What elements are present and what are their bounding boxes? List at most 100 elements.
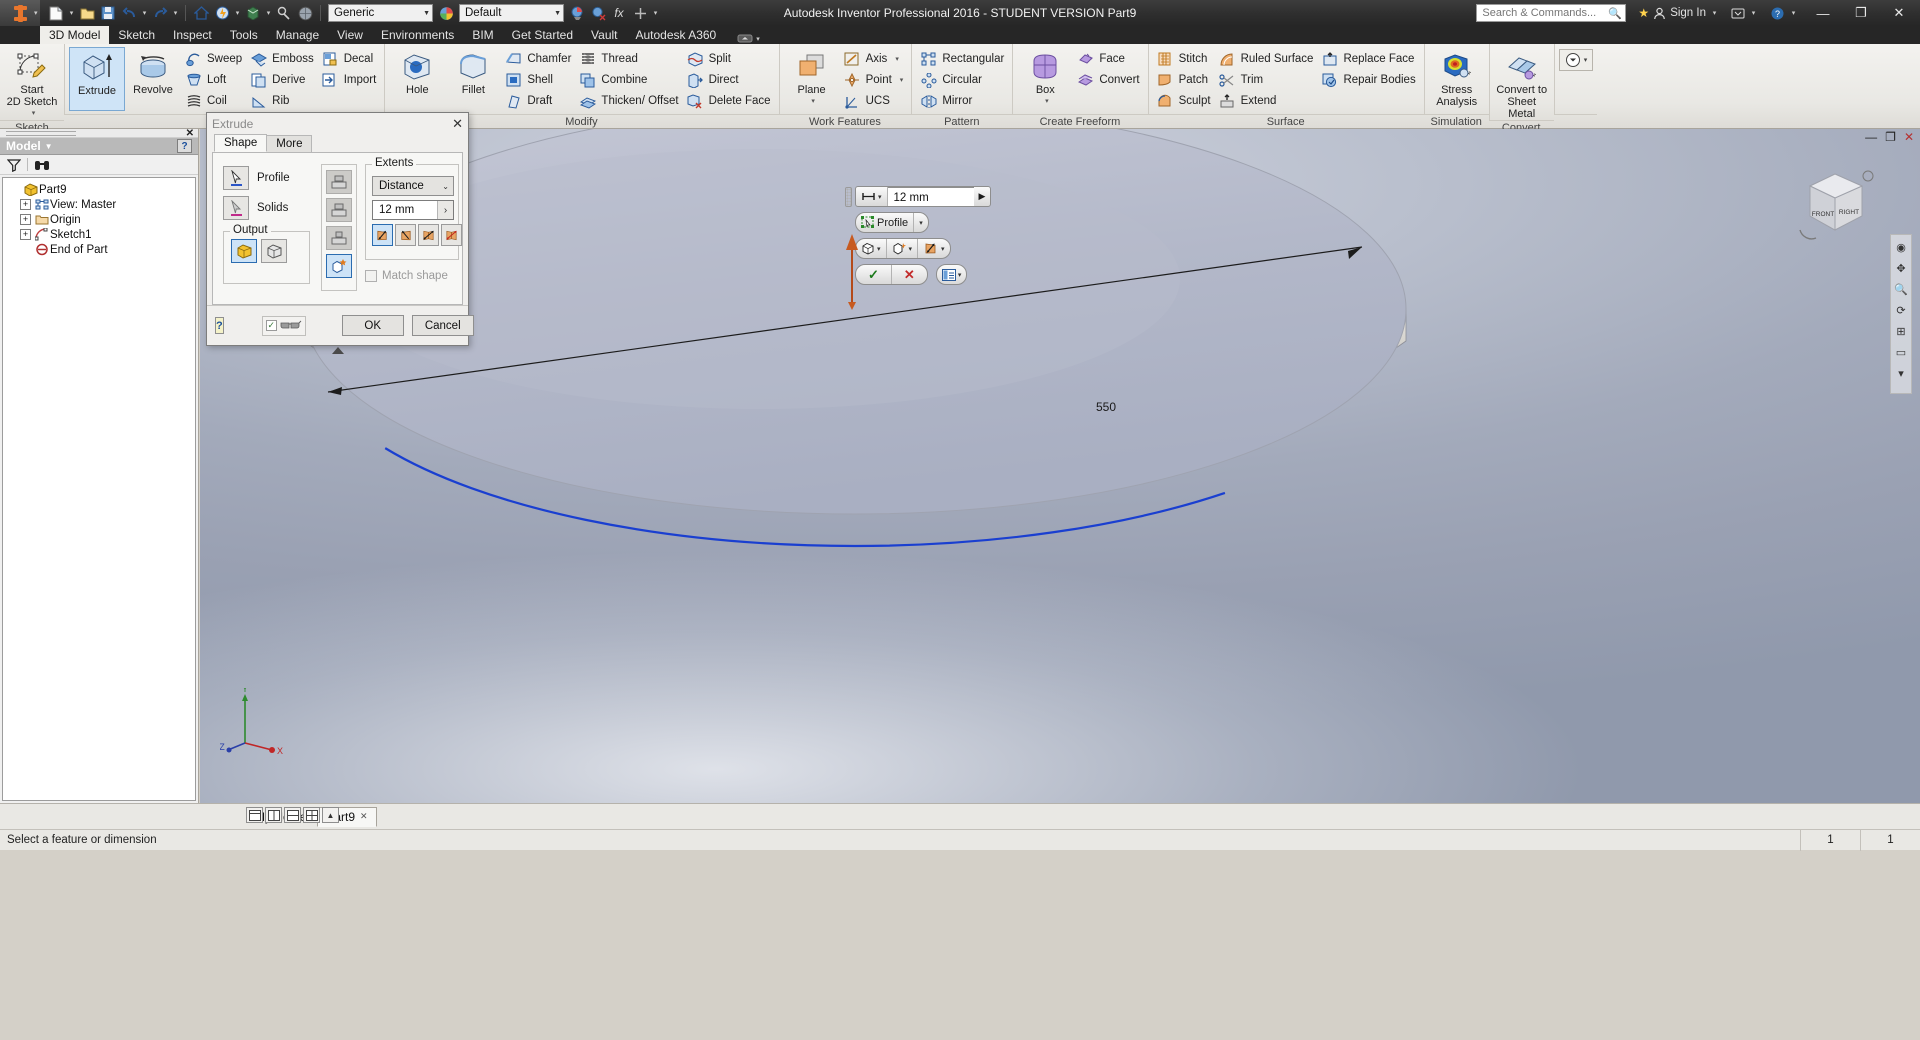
add-quick-access-icon[interactable] — [630, 3, 650, 23]
extents-type-dropdown[interactable]: Distance ⌄ — [372, 176, 454, 196]
ucs-button[interactable]: UCS — [840, 91, 908, 111]
ribbon-tab-environments[interactable]: Environments — [372, 26, 463, 44]
draft-button[interactable]: Draft — [501, 91, 575, 111]
solids-selector-row[interactable]: Solids — [223, 196, 288, 220]
glasses-checkbox[interactable]: ✓ — [265, 320, 277, 331]
nav-more-icon[interactable]: ▾ — [1893, 365, 1909, 381]
model-tree[interactable]: Part9 + View: Master + Origin + Sketch1 End of … — [2, 177, 196, 801]
ribbon-tab-view[interactable]: View — [328, 26, 372, 44]
doc-restore-icon[interactable]: ❐ — [1885, 131, 1896, 143]
distance-type-button[interactable]: ▾ — [856, 187, 888, 206]
material-combo[interactable]: Generic ▼ — [328, 4, 433, 22]
delete-face-button[interactable]: Delete Face — [683, 91, 775, 111]
solids-select-button[interactable] — [223, 196, 249, 220]
match-shape-checkbox[interactable] — [365, 270, 377, 282]
direction-symmetric-button[interactable] — [418, 224, 439, 246]
replace-face-button[interactable]: Replace Face — [1317, 49, 1419, 69]
extrude-button[interactable]: Extrude — [69, 47, 125, 111]
extrude-direction-arrow[interactable] — [845, 234, 859, 310]
rib-button[interactable]: Rib — [246, 91, 318, 111]
hole-button[interactable]: Hole — [389, 47, 445, 111]
convert-button[interactable]: Convert — [1073, 70, 1143, 90]
ribbon-tab-3d-model[interactable]: 3D Model — [40, 26, 110, 44]
exchange-apps-button[interactable]: ▾ — [1725, 0, 1764, 26]
help-button[interactable]: ? ▾ — [1764, 0, 1804, 26]
profile-selector-row[interactable]: Profile — [223, 166, 290, 190]
ribbon-display-options[interactable]: ▾ — [737, 33, 760, 44]
mirror-button[interactable]: Mirror — [916, 91, 1008, 111]
shell-button[interactable]: Shell — [501, 70, 575, 90]
search-icon[interactable]: 🔍 — [1608, 7, 1622, 20]
dialog-help-button[interactable]: ? — [215, 317, 224, 334]
stitch-button[interactable]: Stitch — [1153, 49, 1215, 69]
rectangular-button[interactable]: Rectangular — [916, 49, 1008, 69]
zoom-icon[interactable]: 🔍 — [1893, 281, 1909, 297]
split-button[interactable]: Split — [683, 49, 775, 69]
ribbon-tab-vault[interactable]: Vault — [582, 26, 626, 44]
appearance-combo[interactable]: Default ▼ — [459, 4, 564, 22]
tree-node-sketch1[interactable]: + Sketch1 — [5, 227, 193, 242]
view-layout-icon-2[interactable] — [265, 807, 282, 823]
mini-ok-button[interactable]: ✓ — [856, 265, 892, 284]
boolean-mini-button[interactable]: ▾ — [887, 239, 919, 258]
cancel-button[interactable]: Cancel — [411, 315, 474, 336]
full-navigation-wheel-icon[interactable]: ◉ — [1893, 239, 1909, 255]
distance-field-expand-icon[interactable]: › — [437, 201, 453, 219]
start-2d-sketch-dropdown-caret-icon[interactable]: ▾ — [32, 108, 36, 120]
find-binoculars-icon[interactable] — [34, 158, 50, 172]
home-icon[interactable] — [191, 3, 211, 23]
view-layout-icon-3[interactable] — [284, 807, 301, 823]
face-button[interactable]: Face — [1073, 49, 1143, 69]
search-input[interactable] — [1480, 6, 1609, 20]
stress-analysis-button[interactable]: Stress Analysis — [1429, 47, 1485, 111]
mini-toolbar-grip[interactable] — [845, 186, 852, 207]
import-button[interactable]: Import — [318, 70, 381, 90]
dimension-label[interactable]: 550 — [1096, 400, 1116, 414]
mini-cancel-button[interactable]: ✕ — [892, 265, 927, 284]
view-layout-icon-1[interactable] — [246, 807, 263, 823]
search-box[interactable]: 🔍 — [1476, 4, 1627, 22]
undo-caret-icon[interactable]: ▾ — [140, 9, 149, 17]
plane-button[interactable]: Plane ▾ — [784, 47, 840, 111]
direction-asymmetric-button[interactable] — [441, 224, 462, 246]
derive-button[interactable]: Derive — [246, 70, 318, 90]
tree-node-origin[interactable]: + Origin — [5, 212, 193, 227]
distance-input[interactable]: 12 mm — [887, 187, 974, 206]
tree-node-end-of-part[interactable]: End of Part — [5, 242, 193, 257]
dropdown-caret-icon[interactable]: ▾ — [900, 76, 904, 84]
browser-title-caret-icon[interactable]: ▼ — [45, 142, 53, 151]
decal-button[interactable]: Decal — [318, 49, 381, 69]
ribbon-tab-tools[interactable]: Tools — [221, 26, 267, 44]
view-cube[interactable]: FRONT RIGHT — [1792, 164, 1878, 246]
update-icon[interactable] — [212, 3, 232, 23]
material-sphere-icon[interactable] — [295, 3, 315, 23]
sweep-button[interactable]: Sweep — [181, 49, 246, 69]
browser-help-icon[interactable]: ? — [177, 139, 192, 153]
customize-qat-caret-icon[interactable]: ▾ — [651, 9, 660, 17]
fx-parameters-icon[interactable]: fx — [609, 3, 629, 23]
ribbon-tab-autodesk-a360[interactable]: Autodesk A360 — [627, 26, 726, 44]
ribbon-tab-inspect[interactable]: Inspect — [164, 26, 221, 44]
ribbon-tab-bim[interactable]: BIM — [463, 26, 502, 44]
output-solid-button[interactable] — [231, 239, 257, 263]
update-caret-icon[interactable]: ▾ — [233, 9, 242, 17]
boolean-new-solid-button[interactable] — [326, 254, 352, 278]
redo-icon[interactable] — [150, 3, 170, 23]
orbit-icon[interactable]: ⟳ — [1893, 302, 1909, 318]
ribbon-tab-sketch[interactable]: Sketch — [109, 26, 164, 44]
start-2d-sketch-button[interactable]: Start 2D Sketch ▾ — [4, 47, 60, 120]
signin-button[interactable]: ★ Sign In ▾ — [1632, 0, 1725, 26]
output-surface-button[interactable] — [261, 239, 287, 263]
appearance-editor-icon[interactable] — [567, 3, 587, 23]
browser-grip[interactable]: ✕ — [0, 128, 198, 139]
extend-button[interactable]: Extend — [1215, 91, 1318, 111]
sculpt-button[interactable]: Sculpt — [1153, 91, 1215, 111]
restore-button[interactable]: ❐ — [1842, 0, 1880, 26]
ribbon-tab-manage[interactable]: Manage — [267, 26, 328, 44]
expand-icon[interactable]: + — [20, 199, 31, 210]
thread-button[interactable]: Thread — [575, 49, 682, 69]
box-button[interactable]: Box ▾ — [1017, 47, 1073, 111]
open-file-icon[interactable] — [77, 3, 97, 23]
view-face-icon[interactable]: ▭ — [1893, 344, 1909, 360]
tree-node-part9[interactable]: Part9 — [5, 182, 193, 197]
